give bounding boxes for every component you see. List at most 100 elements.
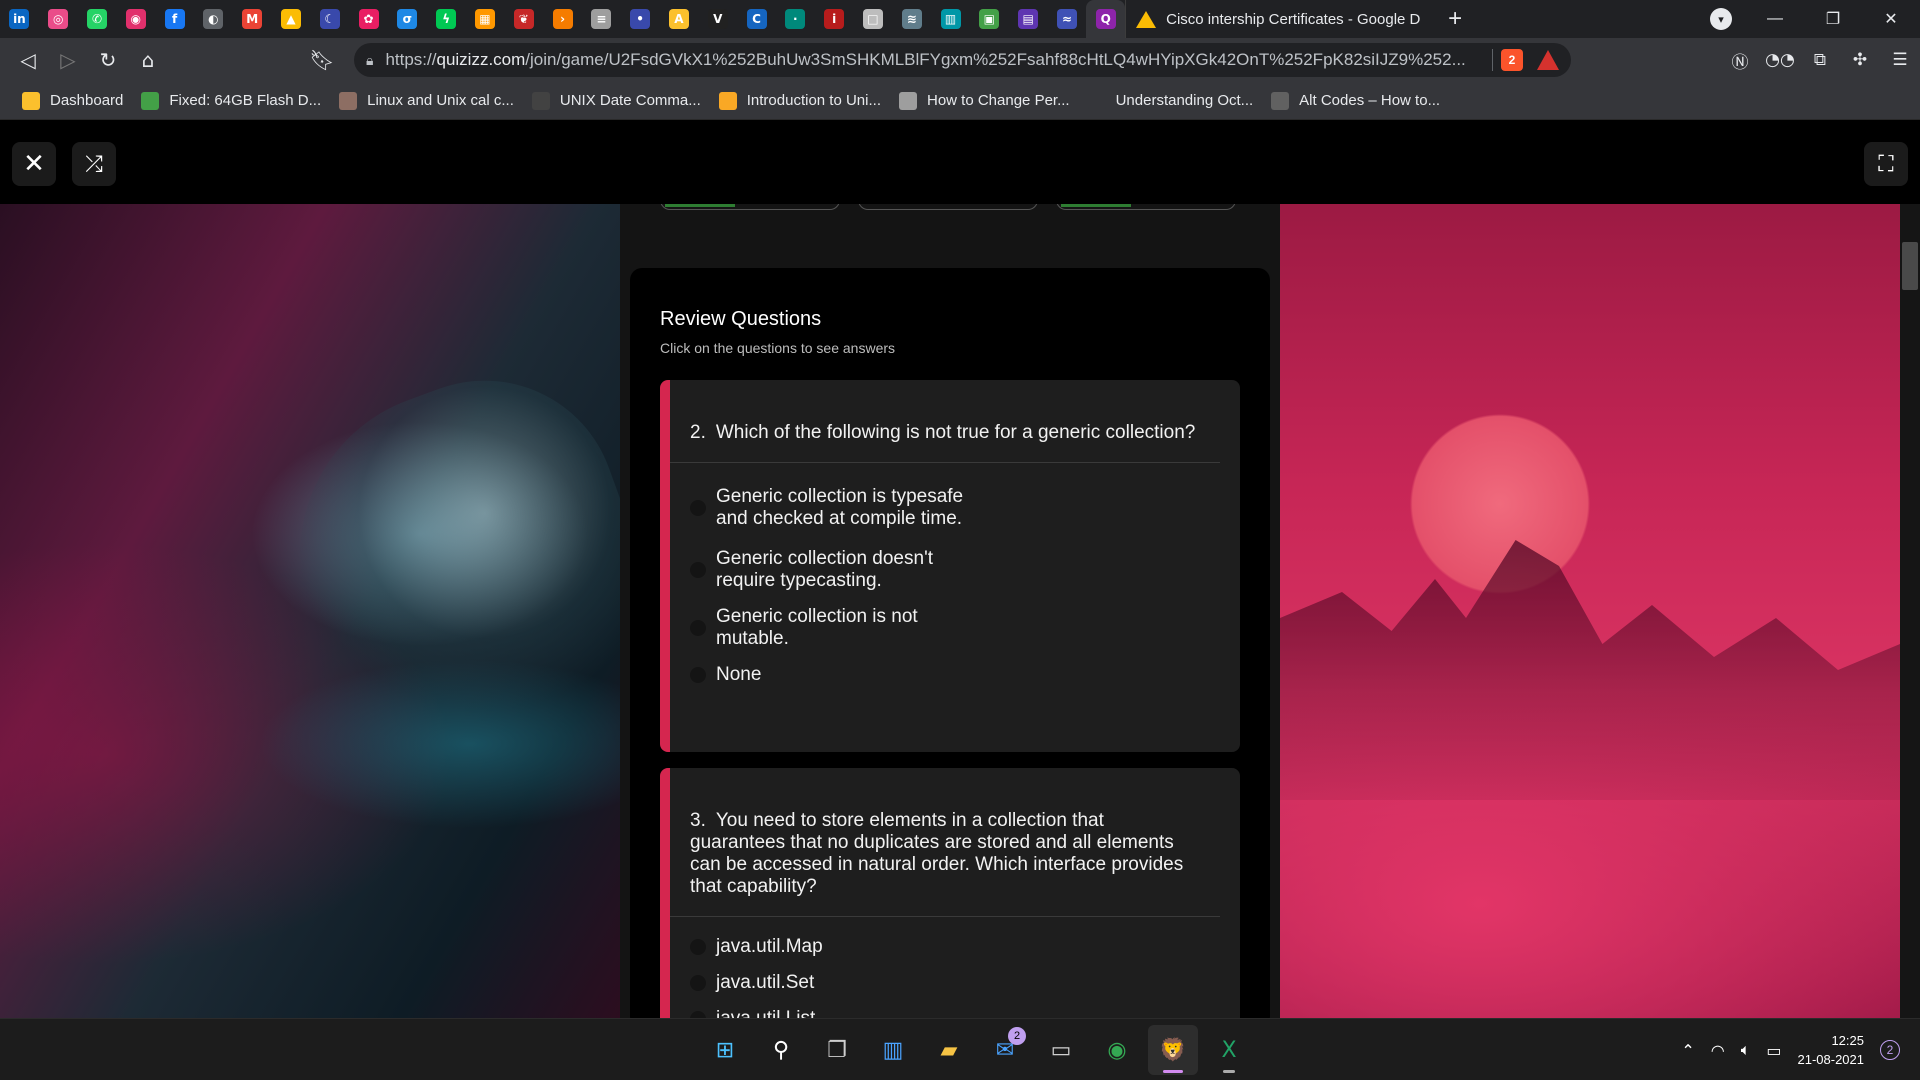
pinned-tab[interactable]: ▤ — [1009, 0, 1048, 38]
taskbar-app[interactable]: ▭ — [1036, 1025, 1086, 1075]
pinned-tab[interactable]: ◐ — [194, 0, 233, 38]
pinned-tab[interactable]: ϟ — [427, 0, 466, 38]
option-text: Generic collection is typesafe and check… — [716, 486, 964, 529]
option-text: None — [716, 664, 762, 685]
menu-icon[interactable]: ☰ — [1880, 40, 1920, 80]
fullscreen-icon[interactable]: ⛶ — [1864, 142, 1908, 186]
bookmark-item[interactable]: Dashboard — [22, 91, 123, 110]
pinned-tab[interactable]: σ — [388, 0, 427, 38]
pinned-tab[interactable]: • — [621, 0, 660, 38]
pinned-tab[interactable]: ✆ — [78, 0, 117, 38]
option[interactable]: None — [690, 657, 1240, 693]
option[interactable]: java.util.List — [690, 1001, 1240, 1018]
bookmark-item[interactable]: How to Change Per... — [899, 91, 1070, 110]
battery-icon[interactable]: ▭ — [1766, 1041, 1781, 1060]
option[interactable]: java.util.Set — [690, 965, 1240, 1001]
pinned-tab[interactable]: › — [543, 0, 582, 38]
pinned-tab[interactable]: C — [737, 0, 776, 38]
pinned-tab[interactable]: ▦ — [466, 0, 505, 38]
pinned-tab[interactable]: in — [0, 0, 39, 38]
minimize-icon[interactable]: — — [1746, 0, 1804, 38]
question-card[interactable]: 2. Which of the following is not true for… — [660, 380, 1240, 752]
pinned-tab[interactable]: A — [660, 0, 699, 38]
taskbar-app[interactable]: 🦁 — [1148, 1025, 1198, 1075]
pinned-tab[interactable]: ◎ — [39, 0, 78, 38]
option[interactable]: Generic collection is not mutable. — [690, 599, 1240, 657]
taskbar-app[interactable]: ⊞ — [700, 1025, 750, 1075]
question-body: You need to store elements in a collecti… — [690, 810, 1184, 897]
gmail-icon: M — [242, 9, 263, 29]
back-icon[interactable]: ◁ — [8, 40, 48, 80]
pinned-tabs: in ◎ ✆ ◉ f ◐ M ▲ ☾ ✿ σ ϟ ▦ ❦ › ≡ • A V C · i □ ≋ ▥ ▣ ▤ ≈ Q — [0, 0, 1126, 38]
wifi-icon[interactable]: ◠ — [1711, 1041, 1725, 1060]
bookmark-item[interactable]: UNIX Date Comma... — [531, 91, 701, 110]
address-bar[interactable]: 🔒︎ https://quizizz.com/join/game/U2FsdGV… — [354, 43, 1571, 77]
brave-rewards-icon[interactable] — [1537, 50, 1559, 70]
pinned-tab[interactable]: Q — [1086, 0, 1126, 38]
book-icon — [339, 91, 358, 110]
pinned-tab[interactable]: M — [233, 0, 272, 38]
pinned-tab[interactable]: ✿ — [349, 0, 388, 38]
taskbar-app[interactable]: ✉ 2 — [980, 1025, 1030, 1075]
bookmark-item[interactable]: Introduction to Uni... — [718, 91, 881, 110]
taskbar-app[interactable]: ⚲ — [756, 1025, 806, 1075]
bookmark-item[interactable]: Fixed: 64GB Flash D... — [141, 91, 322, 110]
close-window-icon[interactable]: ✕ — [1862, 0, 1920, 38]
reload-icon[interactable]: ↻ — [88, 40, 128, 80]
taskbar-app[interactable]: X — [1204, 1025, 1254, 1075]
close-icon[interactable]: ✕ — [12, 142, 56, 186]
speaker-icon[interactable]: 🔈︎ — [1741, 1040, 1751, 1060]
pinned-tab[interactable]: V — [698, 0, 737, 38]
pinned-tab[interactable]: ▥ — [931, 0, 970, 38]
shuffle-icon[interactable]: ⤮ — [72, 142, 116, 186]
pinned-tab[interactable]: ◉ — [116, 0, 155, 38]
restore-icon[interactable]: ❐ — [1804, 0, 1862, 38]
dribbble-icon: ◎ — [48, 9, 69, 29]
bookmark-item[interactable]: Alt Codes – How to... — [1271, 91, 1440, 110]
pinned-tab[interactable]: ≈ — [1048, 0, 1087, 38]
pinned-tab[interactable]: ≋ — [892, 0, 931, 38]
taskbar-app[interactable]: ▰ — [924, 1025, 974, 1075]
glasses-icon[interactable]: ◔◔ — [1760, 40, 1800, 80]
extensions-area: Ⓝ ◔◔ ⧉ ✣ ☰ — [1720, 40, 1920, 80]
option[interactable]: Generic collection doesn't require typec… — [690, 541, 1240, 599]
pinned-tab[interactable]: ▲ — [272, 0, 311, 38]
bookmark-item[interactable]: Linux and Unix cal c... — [339, 91, 514, 110]
brave-shield-icon[interactable]: 2 — [1501, 49, 1523, 71]
url-text[interactable]: https://quizizz.com/join/game/U2FsdGVkX1… — [385, 50, 1484, 70]
moon-icon: ☾ — [319, 9, 340, 29]
bookmark-item[interactable]: Understanding Oct... — [1087, 91, 1253, 110]
new-tab-button[interactable]: + — [1435, 0, 1475, 38]
option[interactable]: Generic collection is typesafe and check… — [690, 475, 1240, 541]
option-dot — [690, 667, 706, 683]
pinned-tab[interactable]: i — [815, 0, 854, 38]
pinned-tab[interactable]: ▣ — [970, 0, 1009, 38]
tab-search-icon[interactable]: ▾ — [1710, 8, 1732, 30]
pinned-tab[interactable]: ≡ — [582, 0, 621, 38]
tab-google-drive[interactable]: Cisco intership Certificates - Google D — [1125, 0, 1436, 38]
pinned-tab[interactable]: f — [155, 0, 194, 38]
notification-badge[interactable]: 2 — [1880, 1040, 1900, 1060]
pinned-tab[interactable]: ☾ — [310, 0, 349, 38]
shell-icon — [531, 91, 550, 110]
taskbar-app[interactable]: ▥ — [868, 1025, 918, 1075]
notion-icon[interactable]: Ⓝ — [1720, 40, 1760, 80]
scrollbar-thumb[interactable] — [1902, 242, 1918, 290]
pinned-tab[interactable]: □ — [854, 0, 893, 38]
bookmark-label: Fixed: 64GB Flash D... — [169, 92, 322, 109]
whatsapp-icon: ✆ — [86, 9, 107, 29]
home-icon[interactable]: ⌂ — [128, 40, 168, 80]
taskbar-app[interactable]: ❐ — [812, 1025, 862, 1075]
taskbar-app[interactable]: ◉ — [1092, 1025, 1142, 1075]
forward-icon[interactable]: ▷ — [48, 40, 88, 80]
copy-icon[interactable]: ⧉ — [1800, 40, 1840, 80]
pinned-tab[interactable]: ❦ — [504, 0, 543, 38]
scrollbar-track[interactable] — [1900, 204, 1920, 1018]
option[interactable]: java.util.Map — [690, 929, 1240, 965]
question-card[interactable]: 3. You need to store elements in a collec… — [660, 768, 1240, 1018]
clock[interactable]: 12:25 21-08-2021 — [1798, 1031, 1865, 1069]
chevron-up-icon[interactable]: ⌃ — [1681, 1041, 1694, 1060]
bookmark-icon[interactable]: 🔖︎ — [302, 40, 342, 80]
extensions-icon[interactable]: ✣ — [1840, 40, 1880, 80]
pinned-tab[interactable]: · — [776, 0, 815, 38]
